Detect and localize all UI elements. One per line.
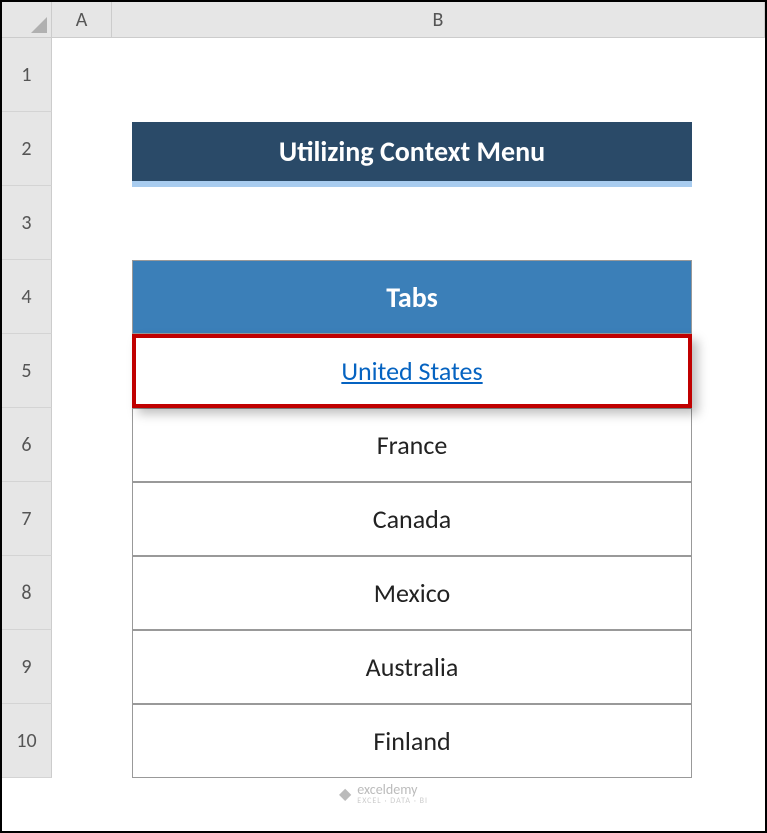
row-header-10[interactable]: 10: [2, 704, 52, 778]
cell-a4[interactable]: [52, 260, 112, 334]
cell-a7[interactable]: [52, 482, 112, 556]
country-cell[interactable]: Australia: [132, 630, 692, 704]
country-cell[interactable]: Finland: [132, 704, 692, 778]
country-text: Australia: [366, 651, 459, 683]
row-header-2[interactable]: 2: [2, 112, 52, 186]
row-header-7[interactable]: 7: [2, 482, 52, 556]
hyperlink-united-states[interactable]: United States: [341, 355, 482, 387]
cell-b4[interactable]: Tabs: [112, 260, 765, 334]
cell-b6[interactable]: France: [112, 408, 765, 482]
cell-a6[interactable]: [52, 408, 112, 482]
country-text: Finland: [373, 725, 450, 757]
cell-a10[interactable]: [52, 704, 112, 778]
cell-b2[interactable]: Utilizing Context Menu: [112, 112, 765, 186]
row-header-3[interactable]: 3: [2, 186, 52, 260]
row-header-9[interactable]: 9: [2, 630, 52, 704]
column-header-a[interactable]: A: [52, 2, 112, 38]
country-cell[interactable]: Mexico: [132, 556, 692, 630]
watermark: ◆ exceldemy EXCEL · DATA · BI: [339, 781, 428, 806]
country-text: Mexico: [374, 577, 451, 609]
column-header-b[interactable]: B: [112, 2, 765, 38]
watermark-subtext: EXCEL · DATA · BI: [357, 796, 428, 806]
cell-a5[interactable]: [52, 334, 112, 408]
select-all-corner[interactable]: [2, 2, 52, 38]
watermark-icon: ◆: [339, 784, 351, 804]
row-header-4[interactable]: 4: [2, 260, 52, 334]
cell-a8[interactable]: [52, 556, 112, 630]
row-header-6[interactable]: 6: [2, 408, 52, 482]
country-cell[interactable]: France: [132, 408, 692, 482]
table-header: Tabs: [132, 260, 692, 334]
country-cell-highlighted[interactable]: United States: [132, 334, 692, 408]
cell-b7[interactable]: Canada: [112, 482, 765, 556]
cell-a3[interactable]: [52, 186, 112, 260]
country-cell[interactable]: Canada: [132, 482, 692, 556]
cell-b5[interactable]: United States: [112, 334, 765, 408]
title-banner: Utilizing Context Menu: [132, 122, 692, 187]
row-header-1[interactable]: 1: [2, 38, 52, 112]
row-header-8[interactable]: 8: [2, 556, 52, 630]
cell-b3[interactable]: [112, 186, 765, 260]
cell-a2[interactable]: [52, 112, 112, 186]
cell-a9[interactable]: [52, 630, 112, 704]
country-text: France: [377, 429, 448, 461]
cell-b1[interactable]: [112, 38, 765, 112]
spreadsheet-grid: A B 1 2 Utilizing Context Menu 3 4 Tabs …: [2, 2, 765, 778]
cell-a1[interactable]: [52, 38, 112, 112]
cell-b8[interactable]: Mexico: [112, 556, 765, 630]
row-header-5[interactable]: 5: [2, 334, 52, 408]
cell-b10[interactable]: Finland: [112, 704, 765, 778]
country-text: Canada: [373, 503, 452, 535]
cell-b9[interactable]: Australia: [112, 630, 765, 704]
